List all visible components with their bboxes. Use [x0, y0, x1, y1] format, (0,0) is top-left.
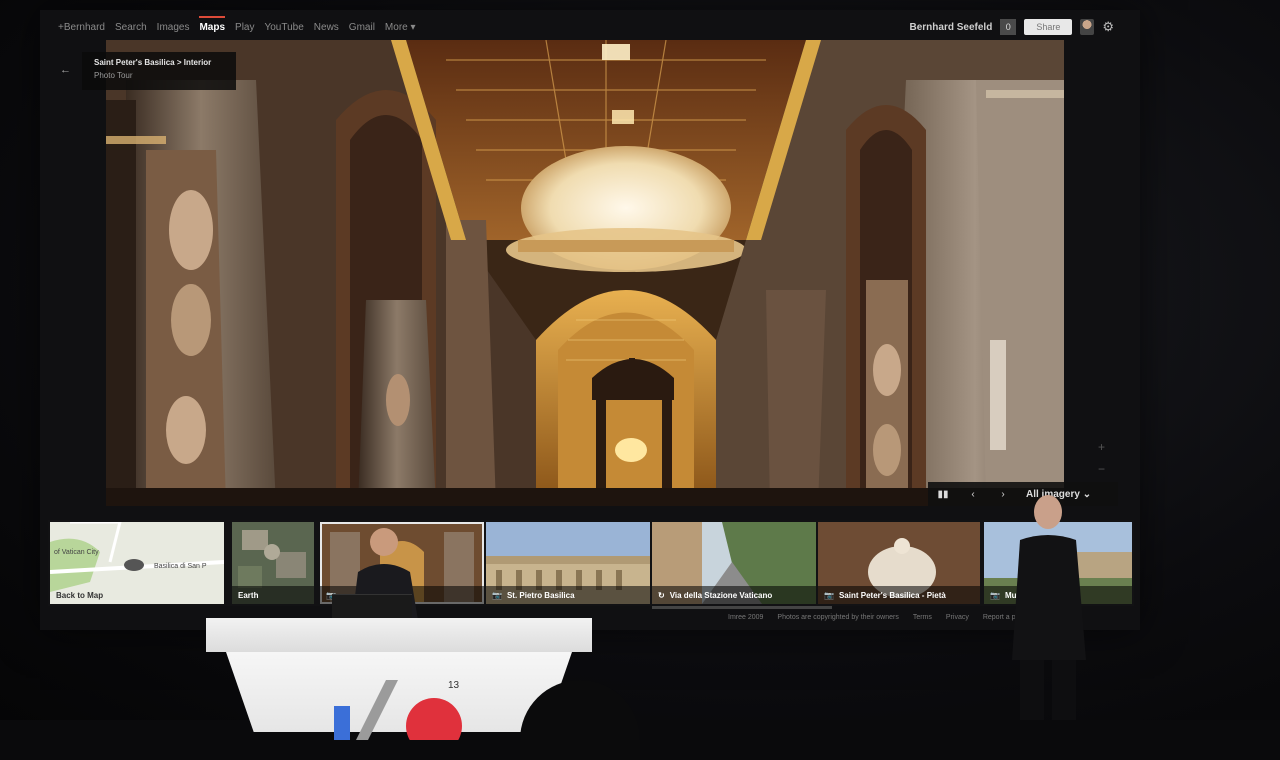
back-arrow-icon[interactable]: ←: [60, 64, 71, 76]
previous-icon[interactable]: ‹: [958, 489, 988, 500]
filmstrip-item-earth[interactable]: Earth: [232, 522, 314, 604]
thumb-caption-text: Via della Stazione Vaticano: [669, 590, 773, 600]
zoom-in-icon[interactable]: +: [1098, 436, 1105, 458]
nav-search[interactable]: Search: [115, 22, 147, 33]
thumb-caption: Earth: [232, 586, 314, 604]
thumb-caption-text: St. Pietro Basilica: [506, 590, 575, 600]
thumb-caption-text: Saint Peter's Basilica - Pietà: [838, 590, 946, 600]
nav-images[interactable]: Images: [157, 22, 190, 33]
nav-news[interactable]: News: [314, 22, 339, 33]
filmstrip-item-street[interactable]: ↻ Via della Stazione Vaticano: [652, 522, 816, 604]
map-label-basilica: Basilica di San P: [154, 563, 207, 570]
account-name[interactable]: Bernhard Seefeld: [910, 22, 993, 33]
filmstrip-scrollbar[interactable]: [652, 606, 832, 609]
filmstrip: of Vatican City Basilica di San P Back t…: [48, 520, 1134, 606]
thumb-caption: 📷 Saint Peter's Basilica - Pietà: [818, 586, 980, 604]
camera-icon: 📷: [824, 590, 834, 600]
camera-icon: 📷: [492, 590, 502, 600]
avatar-icon[interactable]: [1080, 19, 1095, 35]
basilica-photo-art: [106, 40, 1064, 506]
basilica-interior-photo[interactable]: [106, 40, 1064, 506]
nav-maps[interactable]: Maps: [199, 15, 225, 33]
thumb-caption-text: Back to Map: [56, 590, 104, 600]
zoom-controls: + −: [1098, 436, 1105, 480]
google-bar: +Bernhard Search Images Maps Play YouTub…: [58, 15, 1128, 38]
terms-link[interactable]: Terms: [913, 614, 932, 621]
gbar-nav: +Bernhard Search Images Maps Play YouTub…: [58, 15, 416, 33]
filmstrip-item-pieta[interactable]: 📷 Saint Peter's Basilica - Pietà: [818, 522, 980, 604]
photo-tour-title: Saint Peter's Basilica > Interior: [94, 58, 212, 67]
map-label-city: of Vatican City: [54, 549, 99, 556]
notification-count[interactable]: 0: [1000, 19, 1017, 35]
nav-gmail[interactable]: Gmail: [349, 22, 375, 33]
thumb-caption: Back to Map: [50, 586, 224, 604]
nav-youtube[interactable]: YouTube: [264, 22, 303, 33]
nav-play[interactable]: Play: [235, 22, 254, 33]
privacy-link[interactable]: Privacy: [946, 614, 969, 621]
thumb-caption: ↻ Via della Stazione Vaticano: [652, 586, 816, 604]
thumb-caption-text: Earth: [238, 590, 259, 600]
pause-icon[interactable]: ▮▮: [928, 489, 958, 500]
copyright-notice: Photos are copyrighted by their owners: [777, 614, 899, 621]
podium-top: [206, 618, 592, 652]
footer: Imree 2009 Photos are copyrighted by the…: [728, 614, 1037, 621]
share-button[interactable]: Share: [1024, 19, 1073, 35]
gbar-account: Bernhard Seefeld 0 Share ⚙: [910, 19, 1114, 35]
photo-tour-label[interactable]: Saint Peter's Basilica > Interior Photo …: [82, 52, 236, 90]
laptop: [332, 594, 412, 621]
imagery-date: Imree 2009: [728, 614, 764, 621]
street-view-icon: ↻: [658, 590, 665, 600]
filmstrip-item-map[interactable]: of Vatican City Basilica di San P Back t…: [50, 522, 224, 604]
nav-more[interactable]: More ▾: [385, 22, 416, 33]
google-io-logo: [334, 680, 462, 740]
filmstrip-item-facade[interactable]: 📷 St. Pietro Basilica: [486, 522, 650, 604]
photo-tour-subtitle: Photo Tour: [94, 71, 133, 80]
standing-presenter-figure: [1012, 495, 1086, 720]
gear-icon[interactable]: ⚙: [1102, 19, 1114, 35]
nav-plus-profile[interactable]: +Bernhard: [58, 22, 105, 33]
thumb-caption: 📷 St. Pietro Basilica: [486, 586, 650, 604]
io-year: 13: [448, 680, 460, 691]
zoom-out-icon[interactable]: −: [1098, 458, 1105, 480]
presenter-standing: [996, 490, 1100, 720]
